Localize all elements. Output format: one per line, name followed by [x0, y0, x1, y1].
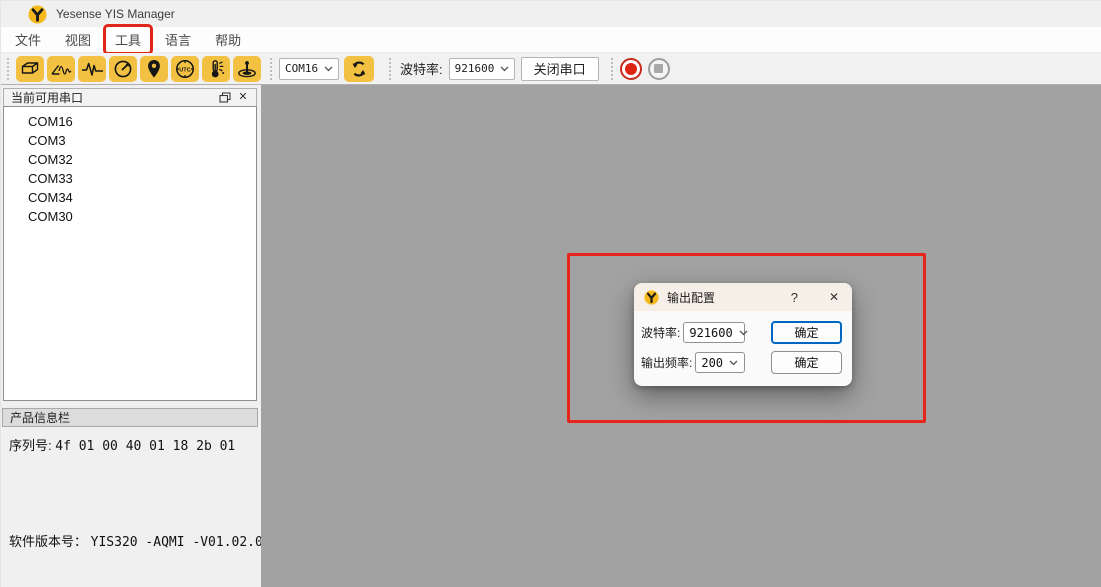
stop-icon [654, 64, 663, 73]
gauge-icon [113, 59, 133, 79]
dialog-rate-label: 输出频率: [641, 354, 692, 371]
menu-item-file[interactable]: 文件 [6, 27, 50, 52]
menu-item-tools[interactable]: 工具 [106, 27, 150, 52]
baud-rate-value: 921600 [455, 62, 495, 75]
main-canvas: 输出配置 ? ✕ 波特率: 921600 确定 输出频率: [261, 85, 1101, 587]
serial-number-value: 4f 01 00 40 01 18 2b 01 [55, 439, 235, 454]
title-bar: Yesense YIS Manager [1, 1, 1101, 27]
utc-clock-icon: UTC [175, 59, 195, 79]
close-serial-port-button[interactable]: 关闭串口 [521, 57, 599, 81]
probe-icon [236, 60, 258, 78]
baud-confirm-button[interactable]: 确定 [771, 321, 842, 344]
toolbar-button-location-pin[interactable] [140, 56, 168, 82]
dialog-rate-select[interactable]: 200 [695, 352, 745, 373]
menu-item-view[interactable]: 视图 [56, 27, 100, 52]
dialog-close-button[interactable]: ✕ [824, 288, 844, 306]
list-item-port[interactable]: COM3 [4, 131, 256, 150]
window-title: Yesense YIS Manager [56, 7, 175, 21]
toolbar: UTC COM16 [1, 53, 1101, 85]
app-logo-icon [28, 5, 47, 24]
available-ports-list: COM16 COM3 COM32 COM33 COM34 COM30 [3, 106, 257, 401]
serial-number-row: 序列号: 4f 01 00 40 01 18 2b 01 [9, 435, 235, 454]
com-port-value: COM16 [285, 62, 318, 75]
list-item-port[interactable]: COM16 [4, 112, 256, 131]
ports-panel-title: 当前可用串口 [11, 89, 216, 106]
menu-bar: 文件 视图 工具 语言 帮助 [1, 27, 1101, 53]
output-rate-config-row: 输出频率: 200 确定 [641, 351, 842, 374]
close-icon: ✕ [238, 92, 247, 103]
chevron-down-icon [500, 66, 509, 72]
app-logo-icon [644, 290, 659, 305]
toolbar-grip-handle[interactable] [270, 58, 274, 80]
toolbar-button-angle-wave[interactable] [47, 56, 75, 82]
toolbar-grip-handle[interactable] [611, 58, 615, 80]
left-dock-panel: 当前可用串口 ✕ COM16 COM3 COM32 COM33 COM34 CO… [1, 85, 261, 587]
close-panel-button[interactable]: ✕ [234, 90, 252, 105]
chevron-down-icon [324, 66, 333, 72]
dialog-rate-value: 200 [701, 356, 723, 370]
baud-rate-config-row: 波特率: 921600 确定 [641, 321, 842, 344]
list-item-port[interactable]: COM32 [4, 150, 256, 169]
toolbar-grip-handle[interactable] [389, 58, 393, 80]
svg-text:UTC: UTC [179, 67, 191, 73]
dialog-title: 输出配置 [667, 289, 787, 306]
software-version-label: 软件版本号： [9, 534, 87, 549]
refresh-icon [350, 60, 368, 78]
stop-button[interactable] [648, 58, 670, 80]
chevron-down-icon [729, 360, 738, 366]
ports-panel-header: 当前可用串口 ✕ [3, 88, 257, 107]
toolbar-grip-handle[interactable] [7, 58, 11, 80]
chevron-down-icon [739, 330, 748, 336]
dialog-body: 波特率: 921600 确定 输出频率: 200 [634, 311, 852, 374]
refresh-ports-button[interactable] [344, 56, 374, 82]
serial-number-label: 序列号: [9, 438, 52, 453]
software-version-row: 软件版本号： YIS320 -AQMI -V01.02.03; [9, 531, 278, 550]
cube-3d-icon [19, 60, 41, 77]
product-info-header: 产品信息栏 [2, 408, 258, 427]
list-item-port[interactable]: COM33 [4, 169, 256, 188]
location-pin-icon [146, 59, 162, 79]
dialog-help-button[interactable]: ? [787, 288, 802, 307]
record-button[interactable] [620, 58, 642, 80]
dialog-baud-value: 921600 [689, 326, 732, 340]
list-item-port[interactable]: COM30 [4, 207, 256, 226]
com-port-select[interactable]: COM16 [279, 58, 339, 80]
toolbar-button-cube-3d[interactable] [16, 56, 44, 82]
list-item-port[interactable]: COM34 [4, 188, 256, 207]
dialog-baud-select[interactable]: 921600 [683, 322, 745, 343]
thermometer-icon [206, 59, 226, 79]
software-version-value: YIS320 -AQMI -V01.02.03; [91, 535, 279, 550]
dialog-baud-label: 波特率: [641, 324, 680, 341]
float-panel-button[interactable] [216, 90, 234, 105]
app-window: Yesense YIS Manager 文件 视图 工具 语言 帮助 [0, 0, 1101, 587]
record-icon [625, 63, 637, 75]
menu-item-help[interactable]: 帮助 [206, 27, 250, 52]
toolbar-button-probe[interactable] [233, 56, 261, 82]
float-window-icon [219, 92, 231, 103]
output-config-dialog: 输出配置 ? ✕ 波特率: 921600 确定 输出频率: [634, 283, 852, 386]
toolbar-button-pulse-wave[interactable] [78, 56, 106, 82]
dialog-title-bar: 输出配置 ? ✕ [634, 283, 852, 311]
pulse-wave-icon [81, 61, 104, 77]
angle-wave-icon [50, 61, 73, 77]
toolbar-button-gauge[interactable] [109, 56, 137, 82]
toolbar-button-thermometer[interactable] [202, 56, 230, 82]
toolbar-button-utc-clock[interactable]: UTC [171, 56, 199, 82]
menu-item-language[interactable]: 语言 [156, 27, 200, 52]
product-info-title: 产品信息栏 [10, 409, 70, 426]
rate-confirm-button[interactable]: 确定 [771, 351, 842, 374]
baud-rate-select[interactable]: 921600 [449, 58, 515, 80]
baud-rate-label: 波特率: [400, 59, 443, 78]
